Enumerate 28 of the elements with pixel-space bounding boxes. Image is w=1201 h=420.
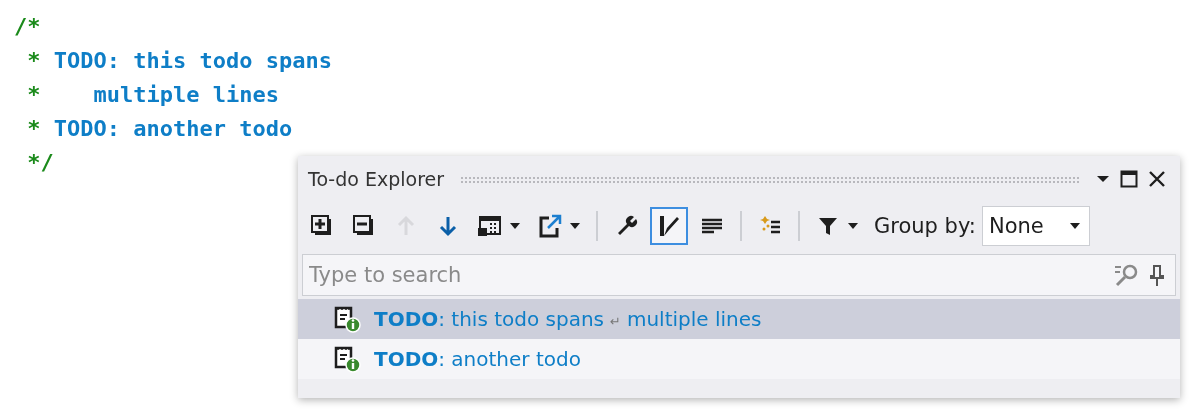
caret-icon bbox=[1068, 222, 1081, 230]
code-line: * TODO: another todo bbox=[26, 115, 293, 143]
toolbar-button[interactable] bbox=[650, 207, 688, 245]
caret-icon bbox=[847, 222, 859, 230]
todo-item[interactable]: TODO: another todo bbox=[298, 339, 1180, 379]
pin-icon[interactable] bbox=[1147, 263, 1167, 287]
maximize-icon[interactable] bbox=[1120, 170, 1138, 188]
export-icon bbox=[537, 213, 563, 239]
code-line: */ bbox=[26, 149, 54, 177]
calendar-icon bbox=[477, 213, 503, 239]
search-field[interactable]: Type to search bbox=[302, 254, 1176, 296]
todo-item[interactable]: TODO: this todo spans ↵ multiple lines bbox=[298, 299, 1180, 339]
todo-info-icon bbox=[332, 304, 362, 334]
group-by-label: Group by: bbox=[874, 214, 976, 238]
caret-icon[interactable] bbox=[1096, 174, 1110, 184]
code-line: * TODO: this todo spans bbox=[26, 47, 332, 75]
group-by-dropdown[interactable]: None bbox=[981, 206, 1090, 246]
close-icon[interactable] bbox=[1148, 170, 1166, 188]
drag-grip[interactable] bbox=[460, 175, 1080, 183]
window-title: To-do Explorer bbox=[308, 168, 445, 190]
caret-icon bbox=[569, 222, 581, 230]
todo-text: TODO: another todo bbox=[374, 347, 581, 371]
code-line: * multiple lines bbox=[26, 81, 279, 109]
caret-icon bbox=[509, 222, 521, 230]
todo-text: TODO: this todo spans ↵ multiple lines bbox=[374, 307, 762, 331]
search-input[interactable]: Type to search bbox=[303, 262, 1107, 288]
code-line: /* bbox=[14, 13, 41, 41]
todo-info-icon bbox=[332, 344, 362, 374]
